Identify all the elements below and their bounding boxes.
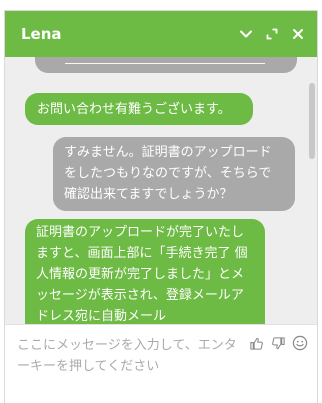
- agent-message: 証明書のアップロードが完了いたしますと、画面上部に「手続き完了 個人情報の更新が…: [25, 219, 265, 324]
- message-input[interactable]: [17, 335, 241, 381]
- popout-icon[interactable]: [265, 27, 279, 41]
- composer: [5, 324, 317, 403]
- close-icon[interactable]: [291, 27, 305, 41]
- agent-message: お問い合わせ有難うございます。: [25, 93, 253, 125]
- chevron-down-icon[interactable]: [239, 27, 253, 41]
- scrollbar[interactable]: [309, 83, 315, 315]
- smiley-icon[interactable]: [292, 335, 308, 351]
- user-message: すみません。証明書のアップロードをしたつもりなのですが、そちらで確認出来てますで…: [53, 137, 295, 211]
- chat-header: Lena: [5, 11, 317, 57]
- scrollbar-thumb[interactable]: [309, 83, 315, 159]
- message-bubble-partial: [35, 57, 297, 73]
- header-controls: [239, 27, 305, 41]
- clipped-text-line: [65, 63, 265, 67]
- chat-window: Lena お問い合わせ有難うございます。 すみません。証明書のアップロードをした…: [4, 10, 318, 403]
- thumbs-up-icon[interactable]: [248, 335, 264, 351]
- composer-actions: [248, 335, 308, 351]
- agent-name: Lena: [21, 25, 62, 43]
- message-list[interactable]: お問い合わせ有難うございます。 すみません。証明書のアップロードをしたつもりなの…: [5, 57, 317, 324]
- thumbs-down-icon[interactable]: [270, 335, 286, 351]
